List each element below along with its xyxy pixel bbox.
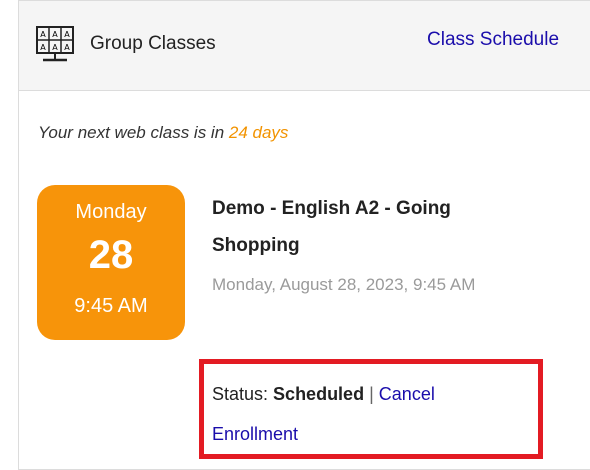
badge-date: 28: [88, 233, 134, 277]
class-title: Demo - English A2 - Going Shopping: [212, 198, 451, 256]
svg-text:A: A: [52, 43, 58, 52]
svg-text:A: A: [40, 30, 46, 39]
classroom-icon: A A A A A A: [36, 26, 74, 62]
enrollment-status: Status: Scheduled | Cancel Enrollment: [212, 374, 522, 454]
status-value: Scheduled: [273, 384, 365, 404]
svg-text:A: A: [64, 30, 70, 39]
next-class-prefix: Your next web class is in: [38, 123, 225, 142]
next-class-notice: Your next web class is in 24 days: [38, 123, 288, 143]
class-datetime: Monday, August 28, 2023, 9:45 AM: [212, 275, 476, 294]
next-class-days: 24 days: [228, 123, 289, 142]
badge-time: 9:45 AM: [74, 295, 148, 317]
status-label: Status:: [212, 384, 269, 404]
card-header: A A A A A A Group Classes Class Schedule: [19, 1, 590, 91]
svg-text:A: A: [40, 43, 46, 52]
svg-text:A: A: [52, 30, 58, 39]
class-schedule-link[interactable]: Class Schedule: [427, 29, 559, 51]
status-separator: |: [369, 384, 374, 404]
badge-day: Monday: [75, 201, 147, 223]
card-title: Group Classes: [90, 33, 216, 54]
svg-text:A: A: [64, 43, 70, 52]
class-date-badge: Monday 28 9:45 AM: [37, 185, 185, 340]
